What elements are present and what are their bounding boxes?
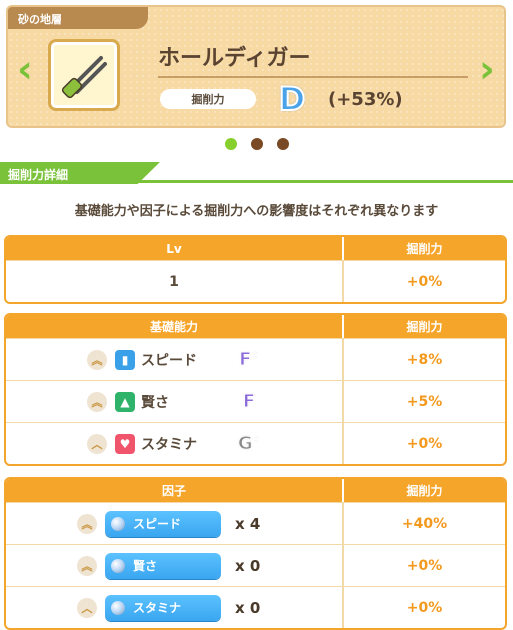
- factor-orb-icon: [111, 558, 125, 573]
- table-row: ︽ 賢さ x 0 +0%: [6, 544, 505, 586]
- section-title: 掘削力詳細: [0, 162, 160, 184]
- grade-badge: D: [278, 79, 307, 119]
- section-header: 掘削力詳細: [0, 162, 513, 184]
- page-dot[interactable]: [276, 138, 289, 150]
- chevron-right-icon[interactable]: ›: [474, 47, 500, 91]
- factor-button-stamina[interactable]: スタミナ: [105, 594, 221, 621]
- table-row: ︿ スタミナ x 0 +0%: [6, 586, 505, 628]
- table-row: 1 +0%: [6, 260, 505, 302]
- double-chevron-up-icon: ︽: [87, 391, 107, 412]
- double-chevron-up-icon: ︽: [87, 349, 107, 370]
- percent-value: (+53%): [328, 89, 403, 110]
- dig-power-value: +0%: [406, 435, 443, 452]
- dig-power-value: +8%: [406, 351, 443, 368]
- table-header: 因子 掘削力: [6, 479, 505, 502]
- pagination-dots: [0, 138, 513, 150]
- dig-power-value: +40%: [401, 515, 448, 532]
- graduation-cap-icon: ▲: [115, 391, 135, 412]
- grade-f-plus-icon: F+: [239, 349, 260, 371]
- chevron-up-icon: ︿: [87, 433, 107, 454]
- chevron-up-icon: ︿: [77, 597, 97, 618]
- col-header-value: 掘削力: [406, 320, 443, 334]
- factor-orb-icon: [111, 600, 125, 615]
- page-dot[interactable]: [250, 138, 263, 150]
- factor-button-speed[interactable]: スピード: [105, 510, 221, 537]
- dig-power-value: +0%: [406, 557, 443, 574]
- item-title: ホールディガー: [158, 40, 468, 78]
- factor-count: x 0: [235, 598, 261, 617]
- shoe-icon: ▮: [115, 349, 135, 370]
- item-card: 砂の地層 ‹ › ホールディガー 掘削力 D (+53%): [6, 5, 506, 128]
- col-header-base: 基礎能力: [6, 315, 344, 338]
- table-header: 基礎能力 掘削力: [6, 315, 505, 338]
- table-row: ︽ ▲ 賢さ F +5%: [6, 380, 505, 422]
- col-header-value: 掘削力: [406, 484, 443, 498]
- chevron-left-icon[interactable]: ‹: [12, 47, 38, 91]
- stat-label: 掘削力: [160, 89, 256, 109]
- pliers-tool-icon: [48, 39, 120, 111]
- lv-value: 1: [6, 261, 344, 302]
- grade-f-icon: F: [242, 391, 256, 413]
- double-chevron-up-icon: ︽: [77, 513, 97, 534]
- table-row: ︽ スピード x 4 +40%: [6, 502, 505, 544]
- base-ability-table: 基礎能力 掘削力 ︽ ▮ スピード F+ +8% ︽ ▲ 賢さ F +5% ︿ …: [4, 313, 507, 466]
- table-row: ︿ ♥ スタミナ G+ +0%: [6, 422, 505, 464]
- stat-name: スタミナ: [141, 436, 197, 453]
- table-header: Lv 掘削力: [6, 237, 505, 260]
- factor-count: x 0: [235, 556, 261, 575]
- dig-power-value: +5%: [406, 393, 443, 410]
- dig-power-value: +0%: [406, 599, 443, 616]
- factor-button-wisdom[interactable]: 賢さ: [105, 552, 221, 579]
- col-header-lv: Lv: [6, 237, 344, 260]
- area-tag: 砂の地層: [8, 7, 148, 29]
- table-row: ︽ ▮ スピード F+ +8%: [6, 338, 505, 380]
- heart-icon: ♥: [115, 433, 135, 454]
- factor-count: x 4: [235, 514, 261, 533]
- page-dot[interactable]: [224, 138, 237, 150]
- factor-orb-icon: [111, 516, 125, 531]
- col-header-factor: 因子: [6, 479, 344, 502]
- factor-table: 因子 掘削力 ︽ スピード x 4 +40% ︽ 賢さ x 0 +0% ︿ スタ…: [4, 477, 507, 630]
- col-header-value: 掘削力: [406, 242, 443, 256]
- stat-name: スピード: [141, 352, 197, 369]
- dig-power-value: +0%: [406, 273, 443, 290]
- stat-name: 賢さ: [141, 394, 169, 411]
- grade-g-plus-icon: G+: [237, 433, 261, 455]
- lv-table: Lv 掘削力 1 +0%: [4, 235, 507, 304]
- double-chevron-up-icon: ︽: [77, 555, 97, 576]
- section-subtitle: 基礎能力や因子による掘削力への影響度はそれぞれ異なります: [74, 204, 439, 219]
